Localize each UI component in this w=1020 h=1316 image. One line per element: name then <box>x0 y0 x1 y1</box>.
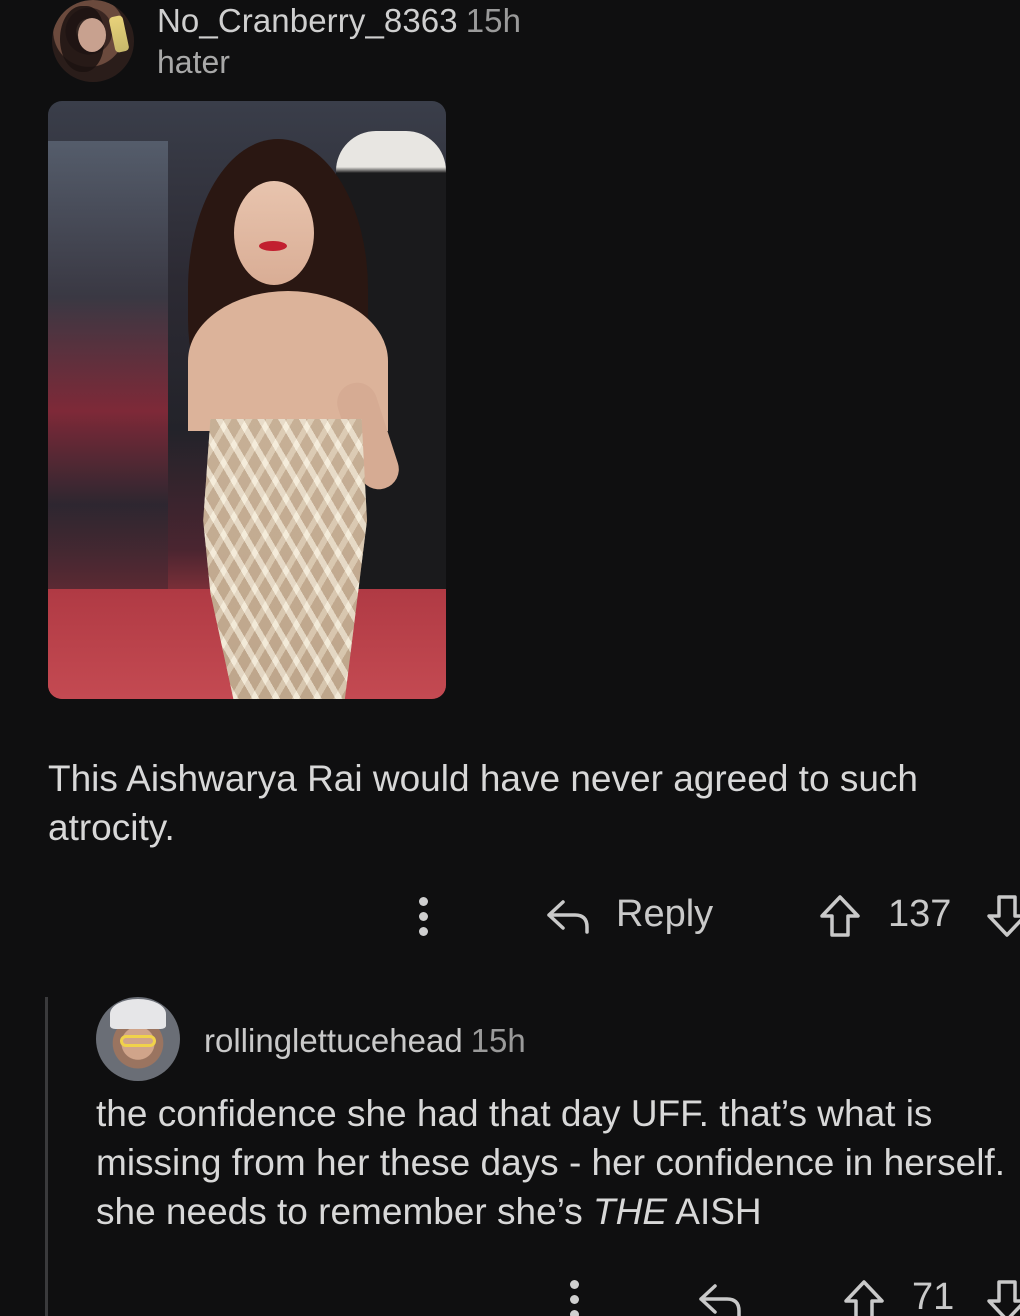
reply-author[interactable]: rollinglettucehead 15h <box>204 1022 526 1060</box>
reply-button[interactable]: Reply <box>616 893 713 936</box>
reply-arrow-icon[interactable] <box>545 894 591 938</box>
reply-author-name[interactable]: rollinglettucehead <box>204 1022 463 1059</box>
thread-line[interactable] <box>45 997 48 1316</box>
downvote-arrow-icon[interactable] <box>985 1278 1020 1316</box>
more-vertical-icon[interactable] <box>419 897 429 942</box>
reply-time: 15h <box>470 1022 526 1059</box>
photo-lips <box>259 241 287 251</box>
downvote-arrow-icon[interactable] <box>985 893 1020 939</box>
author-name[interactable]: No_Cranberry_8363 <box>157 2 458 39</box>
more-vertical-icon[interactable] <box>570 1280 580 1316</box>
reply-body-emphasis: THE <box>593 1191 668 1232</box>
vote-score: 137 <box>888 893 952 935</box>
comment-thread: No_Cranberry_8363 15h hater This Aishwary… <box>0 0 1020 1316</box>
photo-background-crowd <box>48 141 168 661</box>
comment-body: This Aishwarya Rai would have never agre… <box>48 758 918 848</box>
avatar-phone <box>108 14 130 54</box>
comment-image[interactable] <box>48 101 446 699</box>
reply-body-part2: AISH <box>667 1191 762 1232</box>
reply-vote-score: 71 <box>912 1276 955 1316</box>
avatar-face <box>78 18 106 52</box>
comment-time: 15h <box>465 2 522 39</box>
user-avatar[interactable] <box>52 0 134 82</box>
avatar-glasses <box>120 1035 156 1047</box>
photo-face <box>234 181 314 285</box>
upvote-arrow-icon[interactable] <box>818 893 862 939</box>
user-flair: hater <box>157 44 230 80</box>
reply-body: the confidence she had that day UFF. tha… <box>96 1089 1020 1236</box>
reply-avatar[interactable] <box>96 997 180 1081</box>
upvote-arrow-icon[interactable] <box>842 1278 886 1316</box>
avatar-hat <box>110 999 166 1029</box>
reply-arrow-icon[interactable] <box>697 1278 743 1316</box>
comment-author[interactable]: No_Cranberry_8363 15h <box>157 2 521 40</box>
reply-body-part1: the confidence she had that day UFF. tha… <box>96 1093 1005 1232</box>
